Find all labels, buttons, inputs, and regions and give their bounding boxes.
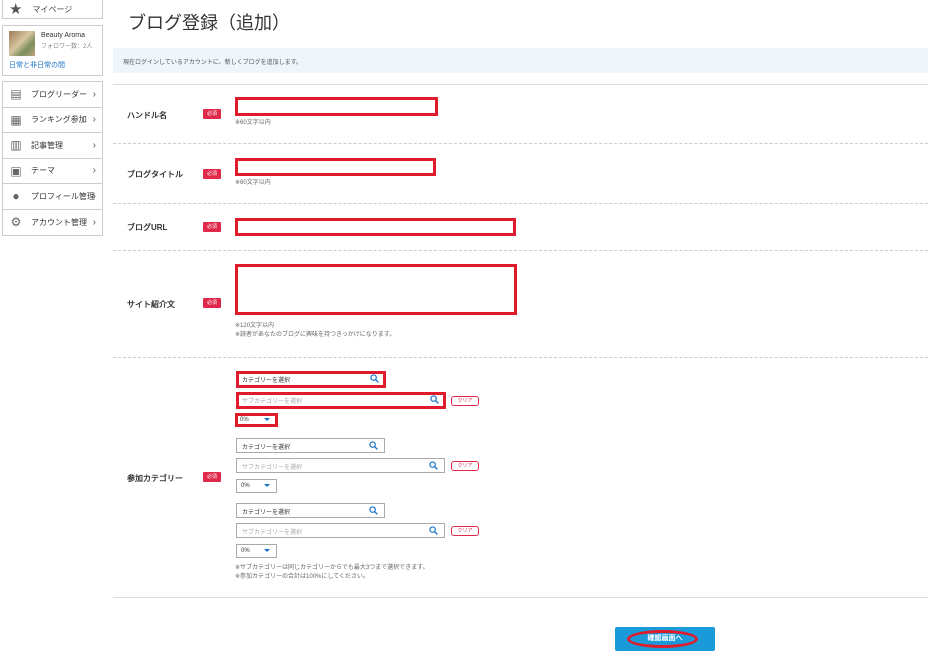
chevron-right-icon: › [92, 139, 96, 151]
caret-down-icon [264, 418, 270, 421]
blog-reader-icon: ▤ [10, 87, 22, 102]
sidebar-item-articles[interactable]: ▥ 記事管理 › [3, 133, 102, 159]
sidebar-item-label: プロフィール管理 [31, 191, 95, 201]
profile-icon: ● [12, 189, 20, 204]
handle-hint: ※60文字以内 [235, 120, 271, 126]
theme-icon: ▣ [10, 163, 22, 178]
category-select-text: カテゴリーを選択 [242, 510, 291, 516]
sidebar-item-label: 記事管理 [31, 140, 63, 150]
blog-title-label: ブログタイトル [127, 170, 183, 179]
mypage-link[interactable]: ★ マイページ [2, 0, 103, 19]
intro-hint-length: ※120文字以内 [235, 323, 275, 329]
search-icon [369, 506, 378, 515]
subcategory-select-1[interactable]: サブカテゴリーを選択 [236, 392, 446, 409]
chevron-right-icon: › [92, 165, 96, 177]
percent-select-3[interactable]: 0% [236, 544, 277, 558]
sidebar-item-label: テーマ [31, 166, 55, 176]
intro-label: サイト紹介文 [127, 300, 175, 309]
required-badge: 必須 [203, 109, 221, 119]
clear-button-3[interactable]: クリア [451, 526, 479, 536]
subcategory-select-2[interactable]: サブカテゴリーを選択 [236, 458, 445, 473]
blog-url-input[interactable] [235, 218, 516, 236]
sidebar-menu: ▤ ブログリーダー › ▦ ランキング参加 › ▥ 記事管理 › ▣ テーマ ›… [2, 81, 103, 236]
handle-label: ハンドル名 [127, 111, 167, 120]
profile-card: Beauty Aroma フォロワー数：2人 日常と非日常の間 [2, 25, 103, 76]
notice-bar: 現在ログインしているアカウントに、新しくブログを追加します。 [113, 48, 928, 73]
category-select-text: カテゴリーを選択 [242, 445, 291, 451]
required-badge: 必須 [203, 298, 221, 308]
caret-down-icon [264, 549, 270, 552]
percent-value: 0% [241, 548, 250, 554]
category-note-subcategory: ※サブカテゴリーは同じカテゴリーからでも最大3つまで選択できます。 [235, 565, 429, 571]
blog-url-label: ブログURL [127, 223, 168, 232]
blog-register-form: ハンドル名 必須 ※60文字以内 ブログタイトル 必須 ※60文字以内 ブログU… [113, 84, 928, 598]
search-icon [430, 395, 439, 404]
sidebar-item-profile[interactable]: ● プロフィール管理 › [3, 184, 102, 210]
search-icon [429, 461, 438, 470]
search-icon [369, 441, 378, 450]
chevron-right-icon: › [92, 88, 96, 100]
category-select-2[interactable]: カテゴリーを選択 [236, 438, 385, 453]
blog-title-row: ブログタイトル 必須 ※60文字以内 [113, 144, 928, 204]
chevron-right-icon: › [92, 114, 96, 126]
percent-value: 0% [240, 417, 249, 423]
handle-row: ハンドル名 必須 ※60文字以内 [113, 85, 928, 144]
category-note-total: ※参加カテゴリーの合計は100%にしてください。 [235, 574, 370, 580]
category-label: 参加カテゴリー [127, 474, 183, 483]
search-icon [370, 374, 379, 383]
sidebar: ★ マイページ Beauty Aroma フォロワー数：2人 日常と非日常の間 … [2, 0, 103, 236]
category-select-text: カテゴリーを選択 [242, 378, 291, 384]
sidebar-item-label: ブログリーダー [31, 89, 87, 99]
intro-hint-purpose: ※読者があなたのブログに興味を持つきっかけになります。 [235, 332, 396, 338]
follower-count: フォロワー数：2人 [41, 44, 93, 50]
blog-link[interactable]: 日常と非日常の間 [9, 60, 65, 70]
mypage-label: マイページ [32, 4, 73, 14]
sidebar-item-theme[interactable]: ▣ テーマ › [3, 159, 102, 184]
intro-textarea[interactable] [235, 264, 517, 315]
subcategory-select-text: サブカテゴリーを選択 [242, 465, 303, 471]
caret-down-icon [264, 484, 270, 487]
sidebar-item-label: アカウント管理 [31, 217, 87, 227]
category-row: 参加カテゴリー 必須 カテゴリーを選択 サブカテゴリーを選択 クリア 0% カテ… [113, 358, 928, 599]
required-badge: 必須 [203, 169, 221, 179]
percent-select-2[interactable]: 0% [236, 479, 277, 493]
page-title: ブログ登録（追加） [128, 13, 290, 33]
sidebar-item-account[interactable]: ⚙ アカウント管理 › [3, 210, 102, 236]
subcategory-select-text: サブカテゴリーを選択 [242, 399, 303, 405]
percent-value: 0% [241, 483, 250, 489]
search-icon [429, 526, 438, 535]
handle-input[interactable] [235, 97, 438, 116]
category-select-3[interactable]: カテゴリーを選択 [236, 503, 385, 518]
required-badge: 必須 [203, 222, 221, 232]
blog-url-row: ブログURL 必須 [113, 204, 928, 251]
profile-name: Beauty Aroma [41, 32, 85, 39]
subcategory-select-text: サブカテゴリーを選択 [242, 530, 303, 536]
blog-title-hint: ※60文字以内 [235, 180, 271, 186]
star-icon: ★ [9, 0, 23, 18]
sidebar-item-label: ランキング参加 [31, 115, 87, 125]
subcategory-select-3[interactable]: サブカテゴリーを選択 [236, 523, 445, 538]
sidebar-item-blog-reader[interactable]: ▤ ブログリーダー › [3, 82, 102, 108]
clear-button-1[interactable]: クリア [451, 396, 479, 406]
chevron-right-icon: › [92, 190, 96, 202]
article-icon: ▥ [10, 138, 22, 153]
intro-row: サイト紹介文 必須 ※120文字以内 ※読者があなたのブログに興味を持つきっかけ… [113, 251, 928, 358]
avatar[interactable] [9, 31, 35, 56]
gear-icon: ⚙ [10, 215, 22, 230]
ranking-icon: ▦ [10, 112, 22, 127]
required-badge: 必須 [203, 472, 221, 482]
percent-select-1[interactable]: 0% [235, 413, 278, 427]
category-select-1[interactable]: カテゴリーを選択 [236, 371, 386, 388]
chevron-right-icon: › [92, 216, 96, 228]
clear-button-2[interactable]: クリア [451, 461, 479, 471]
blog-title-input[interactable] [235, 158, 436, 176]
highlight-ring [627, 630, 698, 648]
sidebar-item-ranking[interactable]: ▦ ランキング参加 › [3, 108, 102, 133]
